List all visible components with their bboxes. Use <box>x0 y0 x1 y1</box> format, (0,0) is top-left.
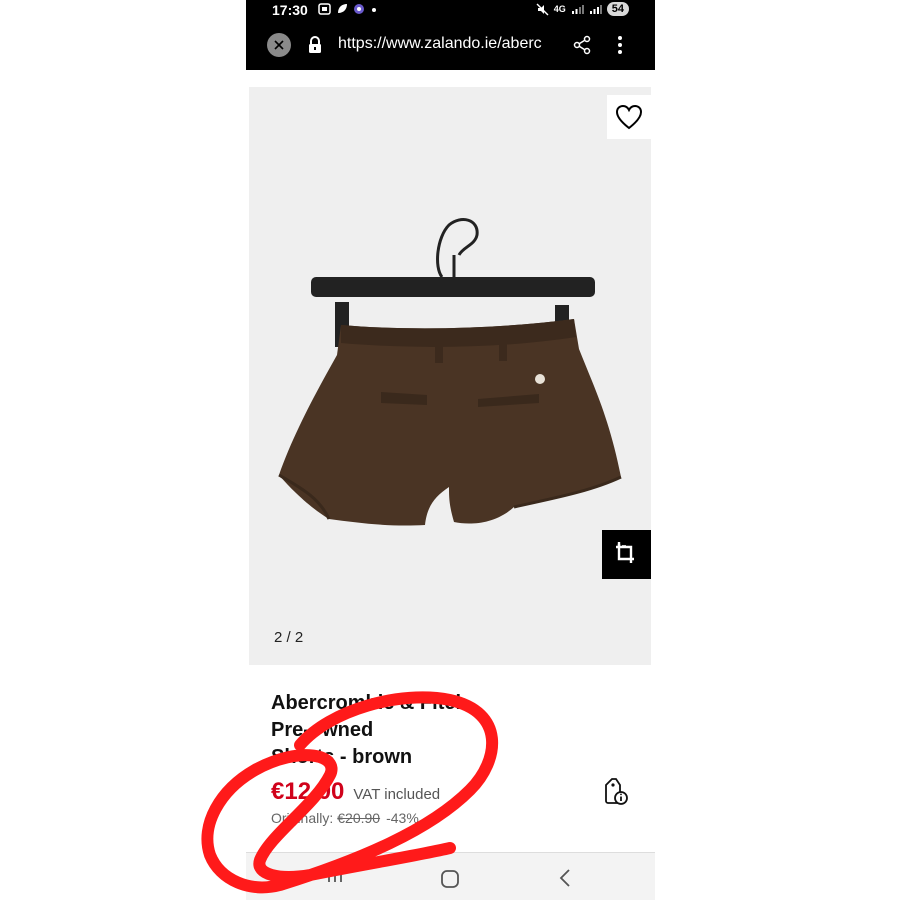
back-icon[interactable] <box>558 868 572 888</box>
product-photo <box>249 87 651 665</box>
home-icon[interactable] <box>440 869 460 889</box>
more-vertical-icon[interactable] <box>616 34 624 56</box>
crop-button[interactable] <box>602 530 651 579</box>
lock-icon <box>309 36 321 53</box>
product-title-line1: Abercrombie & Fitch <box>271 692 468 714</box>
url-text[interactable]: https://www.zalando.ie/aberc <box>338 35 556 53</box>
mute-icon <box>536 3 549 15</box>
price-row: €12.00 VAT included <box>271 778 440 806</box>
recent-apps-icon[interactable] <box>326 867 344 885</box>
network-type: 4G <box>553 4 566 14</box>
status-bar: 17:30 4G 54 <box>246 0 655 22</box>
originally-label: Originally: <box>271 810 334 826</box>
product-title-line3: Shorts - brown <box>271 746 413 768</box>
phone-screen: 17:30 4G 54 https://www.zalando.ie/aberc <box>246 0 655 900</box>
heart-icon <box>615 104 643 130</box>
signal-icon-2 <box>589 5 602 14</box>
status-time: 17:30 <box>272 2 308 18</box>
status-system-icons: 4G 54 <box>536 2 629 16</box>
vat-label: VAT included <box>353 786 441 803</box>
discount-label: -43% <box>386 810 419 826</box>
original-price: €20.90 <box>337 810 381 826</box>
battery-level: 54 <box>606 2 629 16</box>
status-notification-icons <box>318 3 378 15</box>
close-icon <box>274 40 284 50</box>
leaf-icon <box>338 4 347 13</box>
crop-icon <box>615 541 634 563</box>
product-title: Abercrombie & Fitch Pre-owned Shorts - b… <box>271 690 511 771</box>
product-title-line2: Pre-owned <box>271 719 374 741</box>
wishlist-button[interactable] <box>607 95 651 139</box>
current-price: €12.00 <box>271 778 345 805</box>
share-icon[interactable] <box>572 35 592 55</box>
system-nav-bar <box>246 852 655 900</box>
price-info-icon[interactable] <box>602 777 628 807</box>
image-counter: 2 / 2 <box>274 629 304 646</box>
close-tab-button[interactable] <box>267 33 291 57</box>
screenshot-icon <box>318 3 331 15</box>
signal-icon <box>571 5 584 14</box>
original-price-row: Originally: €20.90 -43% <box>271 810 419 826</box>
app-icon <box>354 4 364 14</box>
product-image-gallery[interactable]: 2 / 2 <box>249 87 651 665</box>
browser-url-bar: https://www.zalando.ie/aberc <box>246 22 655 70</box>
dot-icon <box>372 8 376 12</box>
